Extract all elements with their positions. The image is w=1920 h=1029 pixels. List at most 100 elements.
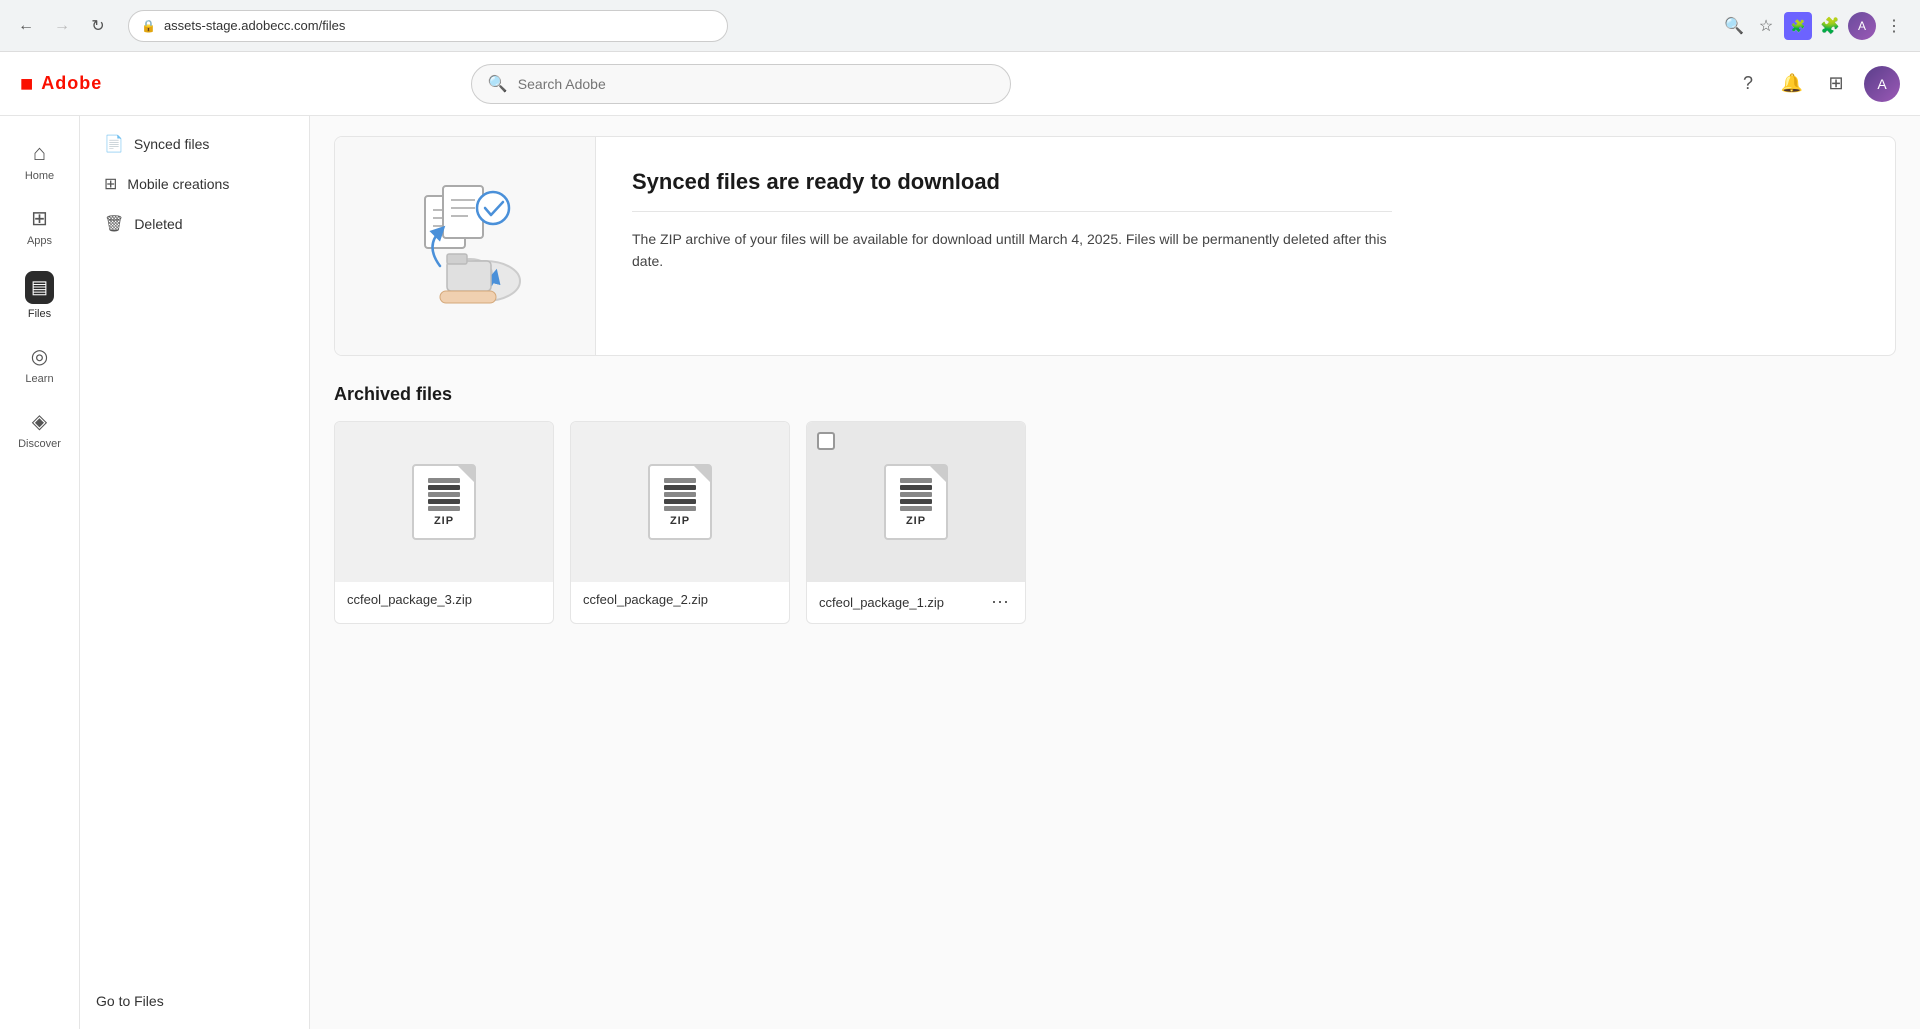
zip-stripe	[664, 485, 696, 490]
banner-title: Synced files are ready to download	[632, 169, 1392, 195]
app-header: ■ Adobe 🔍 ? 🔔 ⊞ A	[0, 52, 1920, 116]
zoom-button[interactable]: 🔍	[1720, 12, 1748, 40]
icon-sidebar: ⌂ Home ⊞ Apps ▤ Files ◎ Learn ◈ Discover	[0, 116, 80, 1029]
browser-chrome: ← → ↻ 🔒 assets-stage.adobecc.com/files 🔍…	[0, 0, 1920, 52]
files-icon: ▤	[25, 271, 54, 304]
file-card-2-preview: ZIP	[571, 422, 789, 582]
zip-icon-1: ZIP	[412, 464, 476, 540]
file-card-2-name: ccfeol_package_2.zip	[571, 582, 789, 617]
adobe-logo-icon: ■	[20, 71, 33, 97]
sidebar-item-discover-label: Discover	[18, 438, 61, 450]
zip-stripe	[664, 492, 696, 497]
nav-synced-files[interactable]: 📄 Synced files	[88, 124, 301, 164]
zip-stripe	[428, 506, 460, 511]
apps-grid-button[interactable]: ⊞	[1820, 68, 1852, 100]
sidebar-item-files[interactable]: ▤ Files	[4, 263, 76, 328]
banner-description: The ZIP archive of your files will be av…	[632, 228, 1392, 273]
banner-text: Synced files are ready to download The Z…	[595, 137, 1428, 355]
discover-icon: ◈	[32, 409, 47, 434]
forward-button[interactable]: →	[48, 12, 76, 40]
zip-stripe	[664, 478, 696, 483]
download-banner: Synced files are ready to download The Z…	[334, 136, 1896, 356]
file-card-1-name: ccfeol_package_3.zip	[335, 582, 553, 617]
file-card-3-footer: ccfeol_package_1.zip ⋯	[807, 582, 1025, 623]
file-card-2[interactable]: ZIP ccfeol_package_2.zip	[570, 421, 790, 624]
sidebar-item-apps-label: Apps	[27, 235, 52, 247]
sidebar-item-home-label: Home	[25, 170, 54, 182]
help-button[interactable]: ?	[1732, 68, 1764, 100]
nav-mobile-creations[interactable]: ⊞ Mobile creations	[88, 164, 301, 204]
zip-stripe	[664, 499, 696, 504]
zip-file-3: ZIP	[884, 464, 948, 540]
app-container: ■ Adobe 🔍 ? 🔔 ⊞ A ⌂ Home ⊞ Apps	[0, 52, 1920, 1029]
site-security-icon: 🔒	[141, 19, 156, 33]
zip-stripes-2	[664, 478, 696, 511]
deleted-icon: 🗑	[104, 214, 124, 234]
nav-bottom: Go to Files	[80, 981, 309, 1021]
nav-deleted[interactable]: 🗑 Deleted	[88, 204, 301, 244]
zip-stripe	[428, 478, 460, 483]
extension-icon[interactable]: 🧩	[1784, 12, 1812, 40]
header-icons: ? 🔔 ⊞ A	[1732, 66, 1900, 102]
mobile-creations-icon: ⊞	[104, 174, 117, 194]
zip-label-3: ZIP	[906, 515, 926, 527]
zip-stripe	[428, 492, 460, 497]
back-button[interactable]: ←	[12, 12, 40, 40]
zip-file-2: ZIP	[648, 464, 712, 540]
archived-section-title: Archived files	[334, 384, 1896, 405]
sidebar-item-files-label: Files	[28, 308, 51, 320]
file-card-3-menu-button[interactable]: ⋯	[987, 592, 1013, 613]
zip-label-1: ZIP	[434, 515, 454, 527]
chrome-user-avatar[interactable]: A	[1848, 12, 1876, 40]
chrome-menu-button[interactable]: ⋮	[1880, 12, 1908, 40]
bookmark-button[interactable]: ☆	[1752, 12, 1780, 40]
banner-divider	[632, 211, 1392, 212]
synced-files-icon: 📄	[104, 134, 124, 154]
sidebar-item-apps[interactable]: ⊞ Apps	[4, 198, 76, 255]
adobe-logo[interactable]: ■ Adobe	[20, 71, 102, 97]
zip-label-2: ZIP	[670, 515, 690, 527]
sidebar-item-learn[interactable]: ◎ Learn	[4, 336, 76, 393]
zip-stripe	[900, 485, 932, 490]
file-grid: ZIP ccfeol_package_3.zip	[334, 421, 1896, 624]
zip-stripe	[428, 499, 460, 504]
sidebar-item-home[interactable]: ⌂ Home	[4, 132, 76, 190]
nav-panel: 📄 Synced files ⊞ Mobile creations 🗑 Dele…	[80, 116, 310, 1029]
file-card-1-preview: ZIP	[335, 422, 553, 582]
search-input[interactable]	[518, 76, 994, 92]
file-card-3-preview: ZIP	[807, 422, 1025, 582]
user-avatar[interactable]: A	[1864, 66, 1900, 102]
learn-icon: ◎	[31, 344, 48, 369]
search-bar[interactable]: 🔍	[471, 64, 1011, 104]
refresh-button[interactable]: ↻	[84, 12, 112, 40]
go-to-files-link[interactable]: Go to Files	[96, 993, 164, 1009]
zip-stripe	[900, 478, 932, 483]
browser-actions: 🔍 ☆ 🧩 🧩 A ⋮	[1720, 12, 1908, 40]
url-text: assets-stage.adobecc.com/files	[164, 18, 345, 33]
nav-synced-files-label: Synced files	[134, 136, 209, 152]
main-content: Synced files are ready to download The Z…	[310, 116, 1920, 1029]
file-card-3[interactable]: ZIP ccfeol_package_1.zip ⋯	[806, 421, 1026, 624]
sidebar-item-discover[interactable]: ◈ Discover	[4, 401, 76, 458]
zip-icon-2: ZIP	[648, 464, 712, 540]
archived-section: Archived files	[334, 384, 1896, 624]
notifications-button[interactable]: 🔔	[1776, 68, 1808, 100]
file-card-3-name: ccfeol_package_1.zip	[819, 595, 944, 610]
search-icon: 🔍	[488, 74, 508, 94]
address-bar[interactable]: 🔒 assets-stage.adobecc.com/files	[128, 10, 728, 42]
sidebar-item-learn-label: Learn	[25, 373, 53, 385]
zip-stripe	[900, 499, 932, 504]
header-search: 🔍	[471, 64, 1011, 104]
file-card-1[interactable]: ZIP ccfeol_package_3.zip	[334, 421, 554, 624]
app-body: ⌂ Home ⊞ Apps ▤ Files ◎ Learn ◈ Discover	[0, 116, 1920, 1029]
apps-icon: ⊞	[31, 206, 48, 231]
nav-mobile-creations-label: Mobile creations	[127, 176, 229, 192]
zip-stripe	[664, 506, 696, 511]
zip-icon-3: ZIP	[884, 464, 948, 540]
zip-stripes-1	[428, 478, 460, 511]
banner-illustration	[335, 137, 595, 355]
zip-stripe	[428, 485, 460, 490]
file-card-3-checkbox[interactable]	[817, 432, 835, 450]
extensions-button[interactable]: 🧩	[1816, 12, 1844, 40]
home-icon: ⌂	[33, 140, 46, 166]
